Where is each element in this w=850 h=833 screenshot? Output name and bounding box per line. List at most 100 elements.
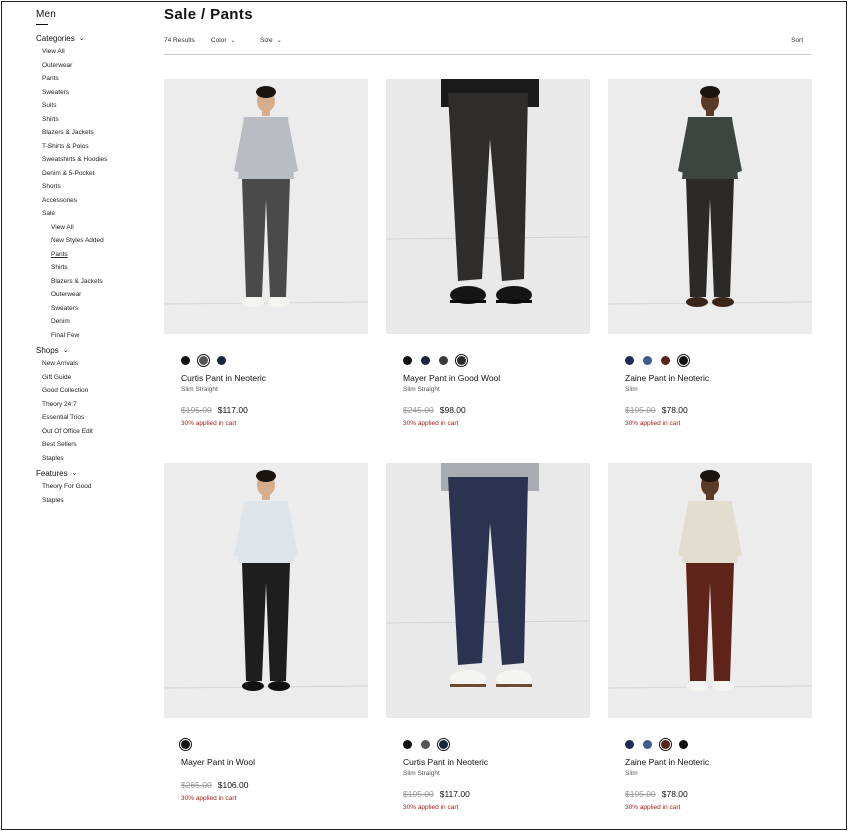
- sidebar-group-features[interactable]: Features ⌄: [36, 466, 156, 480]
- sidebar-item-sale-sub[interactable]: View All: [36, 221, 156, 235]
- sidebar-item-feature[interactable]: Theory For Good: [36, 480, 156, 494]
- sidebar-item-shop[interactable]: Gift Guide: [36, 371, 156, 385]
- sidebar-item-category[interactable]: Pants: [36, 72, 156, 86]
- price-row: $195.00 $117.00: [181, 405, 368, 415]
- sidebar-item-shop[interactable]: Best Sellers: [36, 438, 156, 452]
- size-filter-label: Size: [260, 37, 273, 44]
- color-swatch[interactable]: [178, 737, 193, 751]
- product-card[interactable]: Mayer Pant in Wool $265.00 $106.00 30% appl…: [164, 463, 368, 802]
- sidebar-group-shops[interactable]: Shops ⌄: [36, 343, 156, 357]
- product-image[interactable]: [386, 463, 590, 718]
- promo-text: 30% applied in cart: [181, 420, 237, 427]
- color-swatch[interactable]: [421, 355, 430, 365]
- product-card[interactable]: Zaine Pant in Neoteric Slim $195.00 $78.00 3…: [608, 463, 812, 811]
- product-card[interactable]: Curtis Pant in Neoteric Slim Straight $195…: [164, 79, 368, 427]
- color-filter-button[interactable]: Color ⌄: [211, 37, 236, 44]
- features-list: Theory For Good Staples: [36, 480, 156, 507]
- color-swatch[interactable]: [676, 353, 691, 367]
- sidebar-item-shop[interactable]: Good Collection: [36, 384, 156, 398]
- sidebar-item-sale-sub[interactable]: Sweaters: [36, 302, 156, 316]
- sidebar-item-category[interactable]: Denim & 5-Pocket: [36, 167, 156, 181]
- sidebar-item-category[interactable]: Sale: [36, 207, 156, 221]
- sort-button[interactable]: Sort: [791, 37, 803, 44]
- color-filter-label: Color: [211, 37, 227, 44]
- sidebar-item-sale-sub[interactable]: New Styles Added: [36, 234, 156, 248]
- sidebar-item-sale-sub[interactable]: Pants: [36, 248, 156, 262]
- sidebar-item-sale-sub[interactable]: Blazers & Jackets: [36, 275, 156, 289]
- color-swatch[interactable]: [421, 739, 430, 749]
- product-fit: Slim Straight: [181, 386, 218, 393]
- product-image[interactable]: [608, 463, 812, 718]
- product-fit: Slim: [625, 770, 638, 777]
- product-image[interactable]: [164, 463, 368, 718]
- sidebar-item-shop[interactable]: Staples: [36, 452, 156, 466]
- color-swatches: [178, 737, 368, 751]
- sidebar-item-category[interactable]: Blazers & Jackets: [36, 126, 156, 140]
- product-image[interactable]: [608, 79, 812, 334]
- chevron-down-icon: ⌄: [230, 38, 236, 44]
- color-swatch[interactable]: [625, 355, 634, 365]
- sidebar-item-shop[interactable]: Out Of Office Edit: [36, 425, 156, 439]
- sale-price: $117.00: [439, 789, 470, 799]
- sidebar-item-category[interactable]: T-Shirts & Polos: [36, 140, 156, 154]
- color-swatch[interactable]: [679, 739, 688, 749]
- sidebar-item-sale-sub[interactable]: Outerwear: [36, 288, 156, 302]
- sidebar-item-sale-sub[interactable]: Denim: [36, 315, 156, 329]
- product-card[interactable]: Mayer Pant in Good Wool Slim Straight $245…: [386, 79, 590, 427]
- sidebar-item-category[interactable]: Shirts: [36, 113, 156, 127]
- product-name[interactable]: Zaine Pant in Neoteric: [625, 757, 812, 767]
- product-card[interactable]: Zaine Pant in Neoteric Slim $195.00 $78.00 3…: [608, 79, 812, 427]
- color-swatch[interactable]: [439, 355, 448, 365]
- sidebar-item-sale-sub[interactable]: Final Few: [36, 329, 156, 343]
- sidebar-item-shop[interactable]: Theory 24:7: [36, 398, 156, 412]
- product-name[interactable]: Zaine Pant in Neoteric: [625, 373, 812, 383]
- product-name[interactable]: Mayer Pant in Good Wool: [403, 373, 590, 383]
- model-photo-illustration: [386, 79, 590, 334]
- sidebar-item-category[interactable]: Suits: [36, 99, 156, 113]
- sidebar-item-category[interactable]: Outerwear: [36, 59, 156, 73]
- sidebar-item-category[interactable]: Sweatshirts & Hoodies: [36, 153, 156, 167]
- price-row: $195.00 $78.00: [625, 405, 812, 415]
- chevron-down-icon: ⌄: [71, 470, 78, 477]
- color-swatch[interactable]: [436, 737, 451, 751]
- chevron-down-icon: ⌄: [62, 347, 69, 354]
- color-swatch[interactable]: [454, 353, 469, 367]
- color-swatches: [625, 353, 812, 367]
- product-name[interactable]: Curtis Pant in Neoteric: [403, 757, 590, 767]
- color-swatch[interactable]: [403, 739, 412, 749]
- sidebar-item-feature[interactable]: Staples: [36, 494, 156, 508]
- product-card[interactable]: Curtis Pant in Neoteric Slim Straight $195…: [386, 463, 590, 811]
- product-fit: Slim Straight: [403, 770, 440, 777]
- original-price: $195.00: [403, 789, 434, 799]
- color-swatch[interactable]: [625, 739, 634, 749]
- model-photo-illustration: [386, 463, 590, 718]
- sidebar-item-sale-sub[interactable]: Shirts: [36, 261, 156, 275]
- sidebar-item-category[interactable]: Sweaters: [36, 86, 156, 100]
- model-photo-illustration: [608, 463, 812, 718]
- sale-price: $117.00: [217, 405, 248, 415]
- size-filter-button[interactable]: Size ⌄: [260, 37, 282, 44]
- sidebar-nav: Men Categories ⌄ View All Outerwear Pants S…: [36, 9, 156, 507]
- sidebar-group-categories[interactable]: Categories ⌄: [36, 31, 156, 45]
- color-swatch[interactable]: [196, 353, 211, 367]
- color-swatch[interactable]: [181, 355, 190, 365]
- color-swatch[interactable]: [658, 737, 673, 751]
- product-name[interactable]: Curtis Pant in Neoteric: [181, 373, 368, 383]
- sidebar-item-category[interactable]: View All: [36, 45, 156, 59]
- color-swatch[interactable]: [217, 355, 226, 365]
- results-count: 74 Results: [164, 37, 195, 44]
- color-swatch[interactable]: [643, 355, 652, 365]
- sidebar-item-category[interactable]: Shorts: [36, 180, 156, 194]
- promo-text: 30% applied in cart: [625, 804, 681, 811]
- color-swatch[interactable]: [661, 355, 670, 365]
- sidebar-item-category[interactable]: Accessories: [36, 194, 156, 208]
- color-swatch[interactable]: [643, 739, 652, 749]
- shops-list: New Arrivals Gift Guide Good Collection The…: [36, 357, 156, 465]
- product-image[interactable]: [386, 79, 590, 334]
- product-name[interactable]: Mayer Pant in Wool: [181, 757, 368, 767]
- model-photo-illustration: [164, 463, 368, 718]
- sidebar-item-shop[interactable]: Essential Trios: [36, 411, 156, 425]
- color-swatch[interactable]: [403, 355, 412, 365]
- sidebar-item-shop[interactable]: New Arrivals: [36, 357, 156, 371]
- product-image[interactable]: [164, 79, 368, 334]
